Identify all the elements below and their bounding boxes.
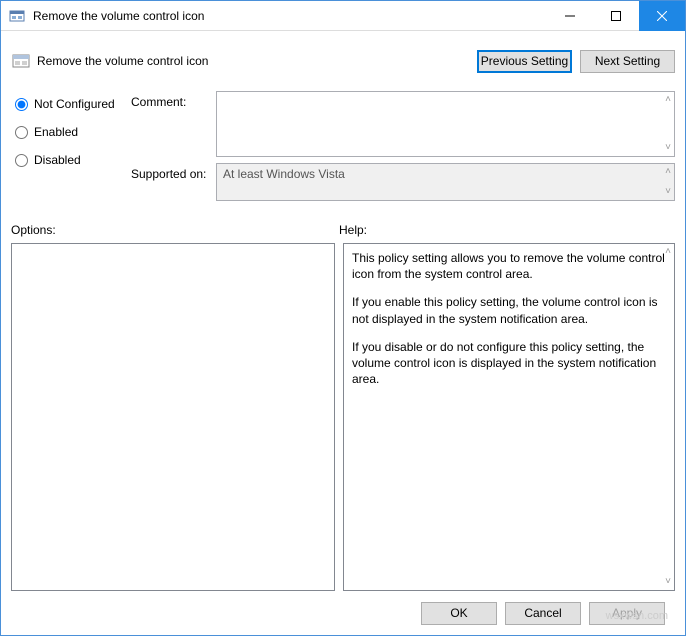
help-paragraph: If you disable or do not configure this … [352, 339, 666, 388]
supported-text: At least Windows Vista [223, 167, 345, 181]
supported-textbox: At least Windows Vista ˄ ˅ [216, 163, 675, 201]
scroll-up-icon: ˄ [665, 95, 671, 105]
options-label: Options: [11, 223, 339, 237]
dialog-footer: OK Cancel Apply [11, 591, 675, 635]
help-label: Help: [339, 223, 367, 237]
close-button[interactable] [639, 1, 685, 31]
minimize-button[interactable] [547, 1, 593, 31]
title-bar: Remove the volume control icon [1, 1, 685, 31]
meta-column: Comment: ˄ ˅ Supported on: At least Wind… [131, 91, 675, 207]
maximize-button[interactable] [593, 1, 639, 31]
comment-row: Comment: ˄ ˅ [131, 91, 675, 157]
app-icon [9, 8, 25, 24]
radio-enabled-input[interactable] [15, 126, 28, 139]
radio-not-configured-input[interactable] [15, 98, 28, 111]
cancel-button[interactable]: Cancel [505, 602, 581, 625]
config-row: Not Configured Enabled Disabled Comment:… [11, 91, 675, 207]
supported-row: Supported on: At least Windows Vista ˄ ˅ [131, 163, 675, 201]
next-setting-button[interactable]: Next Setting [580, 50, 675, 73]
state-radio-group: Not Configured Enabled Disabled [11, 91, 131, 207]
policy-icon [11, 51, 31, 71]
comment-label: Comment: [131, 91, 216, 157]
options-panel [11, 243, 335, 591]
radio-label: Enabled [34, 125, 78, 139]
comment-textarea[interactable]: ˄ ˅ [216, 91, 675, 157]
radio-disabled[interactable]: Disabled [15, 147, 131, 173]
help-paragraph: This policy setting allows you to remove… [352, 250, 666, 282]
radio-disabled-input[interactable] [15, 154, 28, 167]
policy-title: Remove the volume control icon [37, 54, 469, 68]
scroll-up-icon: ˄ [665, 247, 671, 257]
previous-setting-button[interactable]: Previous Setting [477, 50, 572, 73]
apply-button[interactable]: Apply [589, 602, 665, 625]
help-paragraph: If you enable this policy setting, the v… [352, 294, 666, 326]
supported-label: Supported on: [131, 163, 216, 201]
scroll-down-icon: ˅ [665, 187, 671, 197]
radio-enabled[interactable]: Enabled [15, 119, 131, 145]
header-row: Remove the volume control icon Previous … [11, 41, 675, 81]
panel-labels-row: Options: Help: [11, 223, 675, 237]
panels-row: This policy setting allows you to remove… [11, 243, 675, 591]
content-area: Remove the volume control icon Previous … [1, 31, 685, 635]
ok-button[interactable]: OK [421, 602, 497, 625]
scroll-down-icon: ˅ [665, 143, 671, 153]
help-panel: This policy setting allows you to remove… [343, 243, 675, 591]
radio-not-configured[interactable]: Not Configured [15, 91, 131, 117]
scroll-up-icon: ˄ [665, 167, 671, 177]
radio-label: Disabled [34, 153, 81, 167]
window-title: Remove the volume control icon [33, 9, 547, 23]
radio-label: Not Configured [34, 97, 115, 111]
scroll-down-icon: ˅ [665, 577, 671, 587]
